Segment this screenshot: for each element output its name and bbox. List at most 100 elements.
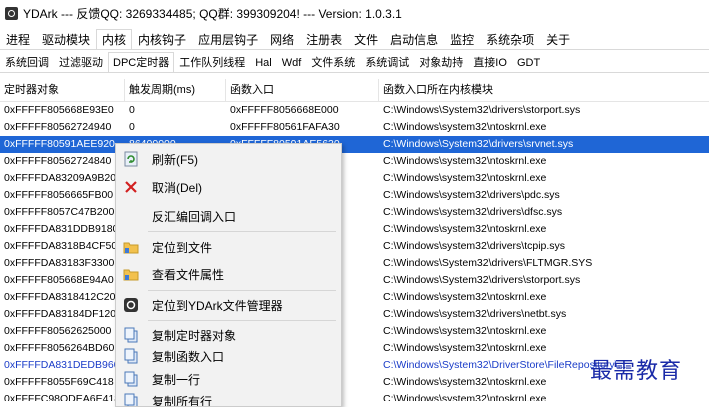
table-row[interactable]: 0xFFFFF805668E94A0 C:\Windows\System32\dr… (0, 272, 709, 289)
menu-label-locate-in-manager: 定位到YDArk文件管理器 (152, 297, 283, 314)
menu-separator (148, 320, 336, 321)
cell-function-entry: 0xFFFFF80561FAFA30 (226, 119, 379, 136)
tab-kernel-hooks[interactable]: 内核钩子 (132, 29, 192, 49)
table-row[interactable]: 0xFFFFF8056665FB00C:\Windows\system32\dr… (0, 187, 709, 204)
menu-label-copy-all-rows: 复制所有行 (152, 393, 212, 407)
subtab-hal[interactable]: Hal (250, 52, 277, 72)
cell-function-entry: 0xFFFFF8056668E000 (226, 102, 379, 119)
cell-timer-object: 0xFFFFF80562724940 (0, 119, 125, 136)
subtab-object-hijack[interactable]: 对象劫持 (414, 52, 468, 72)
cell-module-path: C:\Windows\system32\ntoskrnl.exe (379, 221, 709, 238)
tab-startup[interactable]: 启动信息 (384, 29, 444, 49)
cell-timer-object: 0xFFFFF80562724840 (0, 153, 125, 170)
watermark: 最需教育 (590, 353, 682, 385)
menu-label-copy-timer-object: 复制定时器对象 (152, 327, 236, 344)
tab-app-hooks[interactable]: 应用层钩子 (192, 29, 264, 49)
cell-module-path: C:\Windows\system32\ntoskrnl.exe (379, 323, 709, 340)
tab-network[interactable]: 网络 (264, 29, 300, 49)
subtab-gdt[interactable]: GDT (512, 52, 545, 72)
tab-process[interactable]: 进程 (0, 29, 36, 49)
subtab-filter-drivers[interactable]: 过滤驱动 (54, 52, 108, 72)
cell-timer-object: 0xFFFFF8056264BD60 (0, 340, 125, 357)
cell-period: 0 (125, 102, 226, 119)
cell-module-path: C:\Windows\System32\drivers\srvnet.sys (379, 136, 709, 153)
menu-label-refresh: 刷新(F5) (152, 151, 198, 168)
table-row[interactable]: 0xFFFFDA83184DF120C:\Windows\system32\dr… (0, 306, 709, 323)
table-header: 定时器对象 触发周期(ms) 函数入口 函数入口所在内核模块 (0, 79, 709, 102)
copy-icon (123, 393, 139, 407)
table-row[interactable]: 0xFFFFDA831DDB9180C:\Windows\system32\nt… (0, 221, 709, 238)
cell-timer-object: 0xFFFFDA83209A9B20 (0, 170, 125, 187)
subtab-file-system[interactable]: 文件系统 (306, 52, 360, 72)
cell-module-path: C:\Windows\system32\ntoskrnl.exe (379, 153, 709, 170)
cell-module-path: C:\Windows\system32\ntoskrnl.exe (379, 119, 709, 136)
table-row[interactable]: 0xFFFFF80562724840 C:\Windows\system32\nt… (0, 153, 709, 170)
cell-module-path: C:\Windows\system32\ntoskrnl.exe (379, 391, 709, 401)
subtab-wdf[interactable]: Wdf (277, 52, 307, 72)
cell-timer-object: 0xFFFFDA8318B4CF50 (0, 238, 125, 255)
table-row-selected[interactable]: 0xFFFFF80591AEE920864000000xFFFFF80591AE… (0, 136, 709, 153)
menu-label-locate-file: 定位到文件 (152, 239, 212, 256)
menu-item-cancel[interactable]: 取消(Del) (116, 176, 341, 198)
tab-driver-modules[interactable]: 驱动模块 (36, 29, 96, 49)
cell-timer-object: 0xFFFFDA83183F3300 (0, 255, 125, 272)
refresh-icon (123, 151, 139, 167)
ydark-logo-icon (123, 297, 139, 313)
table-row[interactable]: 0xFFFFF80562625000 C:\Windows\system32\nt… (0, 323, 709, 340)
tab-kernel[interactable]: 内核 (96, 29, 132, 49)
table-row[interactable]: 0xFFFFF8057C47B200C:\Windows\system32\dr… (0, 204, 709, 221)
copy-icon (123, 327, 139, 343)
menu-item-copy-function-entry[interactable]: 复制函数入口 (116, 345, 341, 367)
cell-timer-object: 0xFFFFF8055F69C418 (0, 374, 125, 391)
copy-icon (123, 348, 139, 364)
column-header-period[interactable]: 触发周期(ms) (125, 79, 226, 101)
cell-timer-object: 0xFFFFF805668E94A0 (0, 272, 125, 289)
delete-x-icon (123, 179, 139, 195)
copy-icon (123, 371, 139, 387)
table-row[interactable]: 0xFFFFDA83183F3300 C:\Windows\System32\dr… (0, 255, 709, 272)
column-header-timer-object[interactable]: 定时器对象 (0, 79, 125, 101)
cell-timer-object: 0xFFFFF80562625000 (0, 323, 125, 340)
column-header-module[interactable]: 函数入口所在内核模块 (379, 79, 709, 101)
cell-module-path: C:\Windows\System32\drivers\FLTMGR.SYS (379, 255, 709, 272)
cell-module-path: C:\Windows\System32\drivers\storport.sys (379, 102, 709, 119)
menu-item-copy-timer-object[interactable]: 复制定时器对象 (116, 324, 341, 346)
menu-label-copy-function-entry: 复制函数入口 (152, 348, 224, 365)
tab-file[interactable]: 文件 (348, 29, 384, 49)
menu-item-locate-file[interactable]: 定位到文件 (116, 236, 341, 258)
menu-label-disassemble: 反汇编回调入口 (152, 208, 236, 225)
table-row[interactable]: 0xFFFFC98ODEA6E418C:\Windows\system32\nt… (0, 391, 709, 401)
tab-about[interactable]: 关于 (540, 29, 576, 49)
menu-item-copy-row[interactable]: 复制一行 (116, 368, 341, 390)
table-row[interactable]: 0xFFFFF8056272494000xFFFFF80561FAFA30C:\… (0, 119, 709, 136)
menu-item-locate-in-manager[interactable]: 定位到YDArk文件管理器 (116, 294, 341, 316)
subtab-system-callbacks[interactable]: 系统回调 (0, 52, 54, 72)
menu-item-copy-all-rows[interactable]: 复制所有行 (116, 390, 341, 407)
cell-module-path: C:\Windows\system32\ntoskrnl.exe (379, 170, 709, 187)
subtab-dpc-timers[interactable]: DPC定时器 (108, 52, 174, 72)
tab-monitor[interactable]: 监控 (444, 29, 480, 49)
folder-icon (123, 239, 139, 255)
tab-system-misc[interactable]: 系统杂项 (480, 29, 540, 49)
subtab-work-queue[interactable]: 工作队列线程 (174, 52, 250, 72)
table-row[interactable]: 0xFFFFDA8318B4CF50C:\Windows\system32\dr… (0, 238, 709, 255)
menu-item-file-properties[interactable]: 查看文件属性 (116, 263, 341, 285)
app-logo-icon (5, 7, 18, 20)
menu-label-file-properties: 查看文件属性 (152, 266, 224, 283)
kernel-sub-tab-bar: 系统回调 过滤驱动 DPC定时器 工作队列线程 Hal Wdf 文件系统 系统调… (0, 50, 709, 73)
table-row[interactable]: 0xFFFFDA8318412C20C:\Windows\system32\nt… (0, 289, 709, 306)
column-header-function-entry[interactable]: 函数入口 (226, 79, 379, 101)
subtab-system-debug[interactable]: 系统调试 (360, 52, 414, 72)
cell-module-path: C:\Windows\system32\drivers\pdc.sys (379, 187, 709, 204)
menu-item-refresh[interactable]: 刷新(F5) (116, 148, 341, 170)
cell-module-path: C:\Windows\System32\drivers\storport.sys (379, 272, 709, 289)
table-row[interactable]: 0xFFFFDA83209A9B20 C:\Windows\system32\nt… (0, 170, 709, 187)
subtab-direct-io[interactable]: 直接IO (468, 52, 512, 72)
menu-item-disassemble[interactable]: 反汇编回调入口 (116, 205, 341, 227)
folder-properties-icon (123, 266, 139, 282)
table-row[interactable]: 0xFFFFF805668E93E000xFFFFF8056668E000C:\… (0, 102, 709, 119)
tab-registry[interactable]: 注册表 (300, 29, 348, 49)
cell-module-path: C:\Windows\system32\drivers\dfsc.sys (379, 204, 709, 221)
cell-timer-object: 0xFFFFF80591AEE920 (0, 136, 125, 153)
cell-timer-object: 0xFFFFDA831DEDB960 (0, 357, 125, 374)
